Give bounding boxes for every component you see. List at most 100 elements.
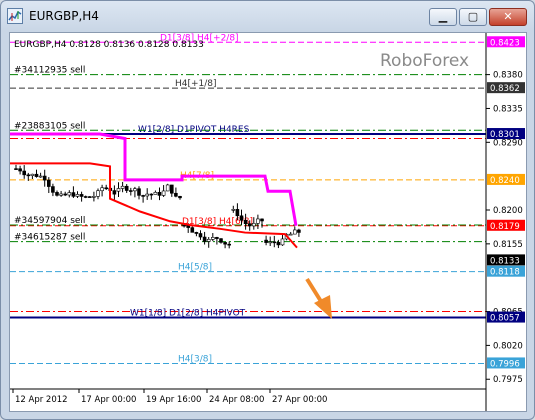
candle-body xyxy=(83,196,88,198)
level-label: H4[+1/8] xyxy=(175,79,217,89)
price-tick-label: 0.8020 xyxy=(493,341,523,351)
candle-body xyxy=(137,188,141,196)
candle-body xyxy=(219,238,223,243)
price-tick-label: 0.8155 xyxy=(493,240,523,250)
price-tick-label: 0.8380 xyxy=(493,71,523,81)
candle-body xyxy=(161,190,166,196)
candle-body xyxy=(145,193,149,197)
time-tick-label: 17 Apr 00:00 xyxy=(81,395,136,405)
price-tag-label: 0.8057 xyxy=(490,314,520,324)
candle-body xyxy=(223,242,227,245)
candle-body xyxy=(141,195,145,197)
candle-body xyxy=(14,168,18,170)
candle-body xyxy=(30,173,35,176)
close-icon: ✕ xyxy=(503,10,513,23)
candle-body xyxy=(256,218,260,224)
level-label: #34615287 sell xyxy=(14,233,85,243)
candle-body xyxy=(178,195,182,199)
candle-body xyxy=(239,215,244,221)
candle-body xyxy=(96,190,100,197)
price-tag-label: 0.8362 xyxy=(490,84,520,94)
candle-body xyxy=(268,241,273,244)
maximize-button[interactable]: ▢ xyxy=(459,8,487,26)
candle-body xyxy=(157,191,162,196)
candle-body xyxy=(133,188,137,192)
candle-body xyxy=(67,192,72,196)
candle-body xyxy=(71,192,76,197)
candle-body xyxy=(120,185,125,189)
candle-body xyxy=(22,170,26,176)
close-button[interactable]: ✕ xyxy=(489,8,527,26)
candle-body xyxy=(112,190,117,195)
price-tags: 0.8423 0.8362 0.8301 0.8240 0.8179 0.8133 0.81… xyxy=(487,36,525,369)
candle-body xyxy=(63,193,68,196)
forecast-arrow xyxy=(305,277,332,319)
candle-body xyxy=(42,175,47,181)
candle-body xyxy=(149,193,154,196)
minimize-button[interactable]: ▁ xyxy=(429,8,457,26)
price-tick-label: 0.7975 xyxy=(493,375,523,385)
candle-body xyxy=(215,237,219,239)
candle-body xyxy=(297,229,301,233)
candle-body xyxy=(18,168,22,172)
time-tick-label: 19 Apr 16:00 xyxy=(146,395,201,405)
candle-body xyxy=(252,223,256,227)
candle-body xyxy=(264,239,268,243)
candle-body xyxy=(51,186,55,193)
candle-body xyxy=(206,239,211,242)
candle-body xyxy=(116,188,121,192)
level-label: #34597904 sell xyxy=(14,216,85,226)
time-tick-label: 27 Apr 00:00 xyxy=(272,395,327,405)
candle-body xyxy=(198,233,203,238)
candle-body xyxy=(260,218,264,222)
candle-body xyxy=(100,187,104,192)
chart-app-icon xyxy=(7,8,23,24)
candle-body xyxy=(165,184,170,192)
candle-body xyxy=(174,192,178,197)
time-tick-label: 24 Apr 08:00 xyxy=(209,395,264,405)
candle-body xyxy=(231,209,236,211)
price-tag-label: 0.8133 xyxy=(490,256,520,266)
price-tick-label: 0.8200 xyxy=(493,206,523,216)
candle-body xyxy=(55,192,59,196)
level-label: H4[3/8] xyxy=(178,354,212,364)
price-tag-label: 0.8240 xyxy=(490,176,520,186)
candle-body xyxy=(79,194,84,197)
chart-header: EURGBP,H4 0.8128 0.8136 0.8128 0.8133 xyxy=(14,40,204,50)
price-tag-label: 0.8118 xyxy=(490,268,520,278)
candle-body xyxy=(104,187,108,190)
candle-body xyxy=(153,191,158,195)
candle-body xyxy=(288,233,293,236)
candle-body xyxy=(247,223,252,227)
maximize-icon: ▢ xyxy=(467,10,479,23)
candle-body xyxy=(92,196,96,198)
watermark: RoboForex xyxy=(380,51,469,71)
candle-body xyxy=(194,232,199,234)
candle-body xyxy=(124,185,129,191)
minimize-icon: ▁ xyxy=(438,10,448,23)
time-tick-label: 12 Apr 2012 xyxy=(15,395,68,405)
level-label: H4[5/8] xyxy=(178,263,212,273)
candle-body xyxy=(276,242,281,246)
candle-body xyxy=(129,190,133,192)
price-chart[interactable]: D1[3/8] H4[+2/8]#34112935 sellH4[+1/8]W1… xyxy=(10,33,526,411)
level-label: W1[1/8] D1[2/8] H4PIVOT xyxy=(130,309,246,319)
candle-body xyxy=(182,224,186,227)
candle-body xyxy=(88,196,92,198)
chart-area[interactable]: D1[3/8] H4[+2/8] #34112935 sell H4[+1/8] W1… xyxy=(9,32,527,412)
price-tag-label: 0.8179 xyxy=(490,222,520,232)
candle-body xyxy=(59,193,63,196)
candle-body xyxy=(280,238,285,246)
candle-body xyxy=(227,243,231,246)
candle-body xyxy=(202,236,207,242)
price-tick-label: 0.8335 xyxy=(493,104,523,114)
candle-body xyxy=(243,220,248,224)
candle-body xyxy=(75,194,80,197)
candle-body xyxy=(34,173,39,177)
window-title: EURGBP,H4 xyxy=(29,9,99,23)
candle-body xyxy=(170,184,174,194)
price-tag-label: 0.8301 xyxy=(490,130,520,140)
time-axis: 12 Apr 2012 17 Apr 00:00 19 Apr 16:00 24 Ap… xyxy=(10,388,486,405)
level-label: #34112935 sell xyxy=(14,66,85,76)
title-bar[interactable]: EURGBP,H4 ▁ ▢ ✕ xyxy=(1,1,534,31)
